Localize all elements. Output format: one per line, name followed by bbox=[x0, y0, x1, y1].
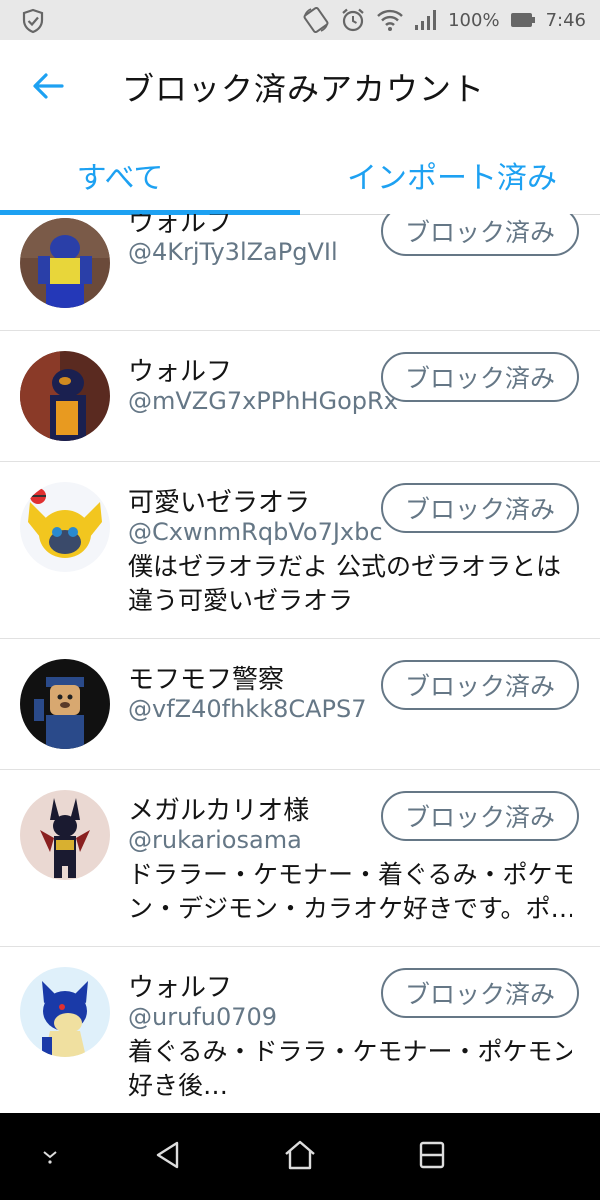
back-button[interactable] bbox=[26, 66, 70, 110]
avatar bbox=[20, 790, 110, 880]
wifi-icon bbox=[376, 8, 404, 32]
bio-line: ドララー・ケモナー・着ぐるみ・ポケモ bbox=[128, 860, 572, 889]
bio-line: 着ぐるみ・ドララ・ケモナー・ポケモン bbox=[128, 1037, 572, 1066]
system-nav-bar bbox=[0, 1113, 600, 1200]
status-time: 7:46 bbox=[545, 9, 586, 31]
blocked-button[interactable]: ブロック済み bbox=[381, 352, 579, 402]
screen: 100% 7:46 ブロック済みアカウント すべて インポート済み ウォルフ @… bbox=[0, 0, 600, 1200]
account-handle: @vfZ40fhkk8CAPS7 bbox=[128, 695, 367, 723]
recents-icon bbox=[418, 1140, 446, 1174]
avatar bbox=[20, 967, 110, 1057]
tab-imported-label: インポート済み bbox=[347, 161, 557, 196]
battery-icon bbox=[510, 12, 536, 28]
account-name: ウォルフ bbox=[128, 357, 233, 387]
blocked-button[interactable]: ブロック済み bbox=[381, 214, 579, 256]
account-bio: 着ぐるみ・ドララ・ケモナー・ポケモン 好き後… bbox=[128, 1035, 572, 1103]
bio-line: 僕はゼラオラだよ 公式のゼラオラとは bbox=[128, 552, 561, 581]
bio-line: 好き後… bbox=[128, 1071, 229, 1100]
status-bar: 100% 7:46 bbox=[0, 0, 600, 40]
header: ブロック済みアカウント bbox=[0, 40, 600, 136]
account-handle: @urufu0709 bbox=[128, 1003, 278, 1031]
tab-imported[interactable]: インポート済み bbox=[300, 136, 600, 214]
account-handle: @rukariosama bbox=[128, 826, 302, 854]
avatar bbox=[20, 351, 110, 441]
account-name: ウォルフ bbox=[128, 214, 233, 238]
nav-recents-button[interactable] bbox=[408, 1133, 456, 1181]
chevron-down-icon bbox=[38, 1143, 62, 1171]
nav-back-button[interactable] bbox=[144, 1133, 192, 1181]
list-item[interactable]: モフモフ警察 @vfZ40fhkk8CAPS7 ブロック済み bbox=[0, 639, 600, 770]
blocked-button[interactable]: ブロック済み bbox=[381, 483, 579, 533]
account-bio: ドララー・ケモナー・着ぐるみ・ポケモ ン・デジモン・カラオケ好きです。ポ… bbox=[128, 858, 572, 926]
account-name: モフモフ警察 bbox=[128, 665, 285, 695]
tab-bar: すべて インポート済み bbox=[0, 136, 600, 215]
avatar bbox=[20, 218, 110, 308]
page-title: ブロック済みアカウント bbox=[122, 70, 486, 108]
avatar bbox=[20, 659, 110, 749]
blocked-button[interactable]: ブロック済み bbox=[381, 791, 579, 841]
alarm-icon bbox=[340, 7, 366, 33]
back-triangle-icon bbox=[153, 1140, 183, 1174]
blocked-accounts-list[interactable]: ウォルフ @4KrjTy3lZaPgVIl ブロック済み ウォルフ @mVZG7… bbox=[0, 214, 600, 1112]
shield-icon bbox=[22, 8, 44, 38]
account-handle: @mVZG7xPPhHGopRx bbox=[128, 387, 398, 415]
list-item[interactable]: ウォルフ @4KrjTy3lZaPgVIl ブロック済み bbox=[0, 214, 600, 331]
list-item[interactable]: メガルカリオ様 @rukariosama ドララー・ケモナー・着ぐるみ・ポケモ … bbox=[0, 770, 600, 947]
account-name: ウォルフ bbox=[128, 973, 233, 1003]
home-icon bbox=[283, 1139, 317, 1175]
account-bio: 僕はゼラオラだよ 公式のゼラオラとは 違う可愛いゼラオラ bbox=[128, 550, 572, 618]
nav-dropdown-button[interactable] bbox=[26, 1133, 74, 1181]
nav-home-button[interactable] bbox=[276, 1133, 324, 1181]
signal-icon bbox=[414, 9, 438, 31]
tab-all[interactable]: すべて bbox=[0, 136, 300, 214]
tab-all-label: すべて bbox=[76, 161, 164, 196]
bio-line: ン・デジモン・カラオケ好きです。ポ… bbox=[128, 894, 572, 923]
arrow-left-icon bbox=[32, 72, 64, 104]
list-item[interactable]: 可愛いゼラオラ @CxwnmRqbVo7Jxbc 僕はゼラオラだよ 公式のゼラオ… bbox=[0, 462, 600, 639]
account-name: メガルカリオ様 bbox=[128, 796, 310, 826]
blocked-button[interactable]: ブロック済み bbox=[381, 660, 579, 710]
account-handle: @4KrjTy3lZaPgVIl bbox=[128, 238, 338, 266]
account-handle: @CxwnmRqbVo7Jxbc bbox=[128, 518, 383, 546]
battery-percent: 100% bbox=[448, 9, 500, 31]
rotate-icon bbox=[302, 6, 330, 34]
list-item[interactable]: ウォルフ @mVZG7xPPhHGopRx ブロック済み bbox=[0, 331, 600, 462]
avatar bbox=[20, 482, 110, 572]
account-name: 可愛いゼラオラ bbox=[128, 488, 311, 518]
blocked-button[interactable]: ブロック済み bbox=[381, 968, 579, 1018]
bio-line: 違う可愛いゼラオラ bbox=[128, 586, 354, 615]
list-item[interactable]: ウォルフ @urufu0709 着ぐるみ・ドララ・ケモナー・ポケモン 好き後… … bbox=[0, 947, 600, 1112]
